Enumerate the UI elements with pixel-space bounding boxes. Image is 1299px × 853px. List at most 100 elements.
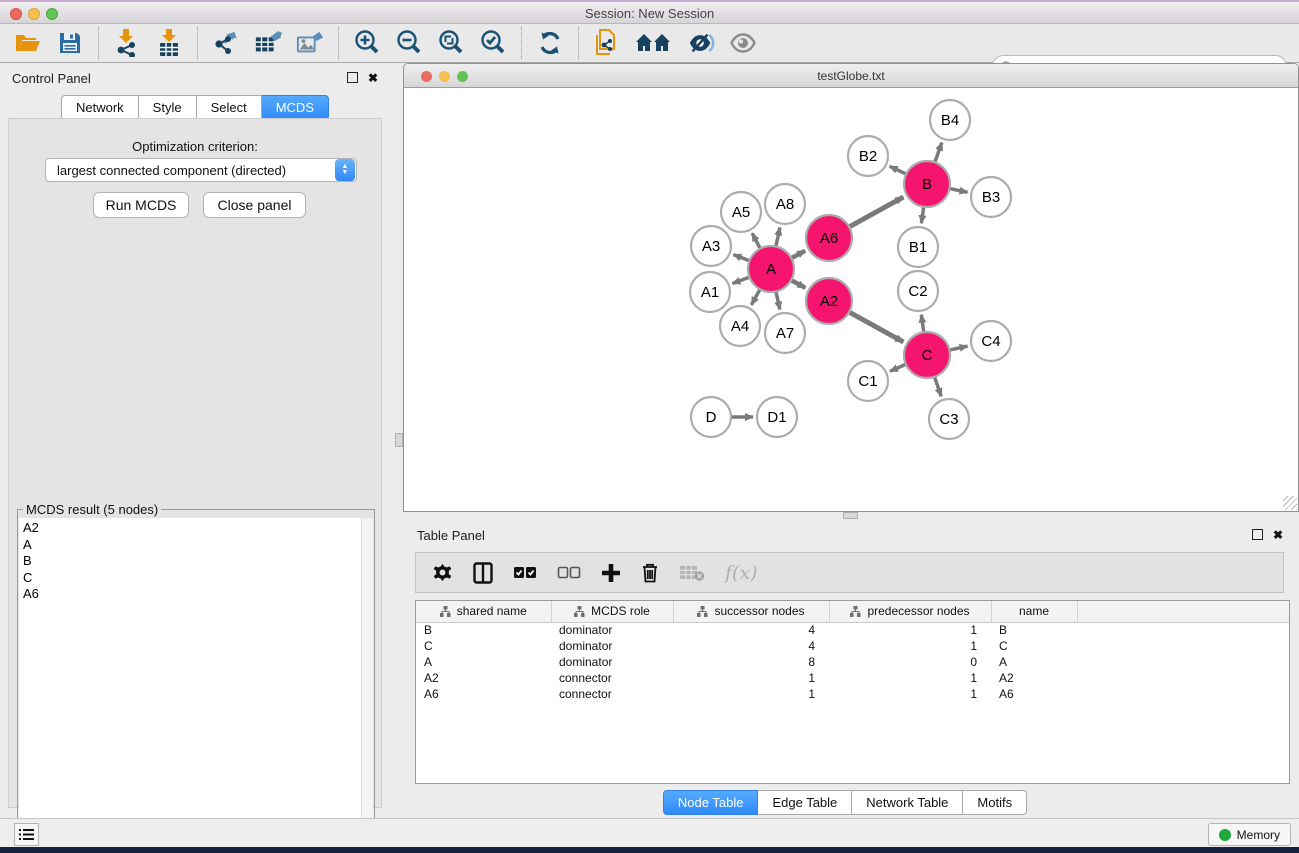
column-header[interactable]: successor nodes (673, 601, 829, 622)
result-item[interactable]: C (23, 570, 363, 587)
table-row[interactable]: Bdominator41B (416, 622, 1290, 638)
edge-A-A6[interactable] (791, 251, 805, 258)
node-B2[interactable]: B2 (848, 136, 888, 176)
node-A8[interactable]: A8 (765, 184, 805, 224)
close-panel-icon[interactable]: ✖ (368, 72, 378, 84)
node-C3[interactable]: C3 (929, 399, 969, 439)
network-canvas[interactable]: AA1A2A3A4A5A6A7A8BB1B2B3B4CC1C2C3C4DD1 (404, 88, 1298, 511)
select-all-icon[interactable] (513, 565, 537, 581)
column-header[interactable] (1077, 601, 1290, 622)
edge-A-A1[interactable] (732, 277, 749, 283)
export-image-icon[interactable] (296, 29, 324, 57)
table-row[interactable]: A2connector11A2 (416, 670, 1290, 686)
result-item[interactable]: B (23, 553, 363, 570)
edge-C-C2[interactable] (921, 315, 923, 332)
edge-B-B2[interactable] (890, 166, 907, 174)
tab-node-table[interactable]: Node Table (663, 790, 759, 815)
node-A6[interactable]: A6 (806, 215, 852, 261)
tab-network-table[interactable]: Network Table (852, 790, 963, 815)
column-header[interactable]: MCDS role (551, 601, 673, 622)
export-table-icon[interactable] (254, 29, 282, 57)
zoom-fit-icon[interactable] (437, 29, 465, 57)
edge-A6-B[interactable] (849, 197, 903, 227)
float-panel-icon[interactable] (347, 72, 358, 85)
node-A7[interactable]: A7 (765, 313, 805, 353)
columns-icon[interactable] (473, 562, 493, 584)
home-icon[interactable] (635, 29, 673, 57)
delete-table-icon[interactable] (679, 564, 705, 582)
show-all-icon[interactable] (729, 29, 757, 57)
zoom-out-icon[interactable] (395, 29, 423, 57)
node-A4[interactable]: A4 (720, 306, 760, 346)
close-panel-button[interactable]: Close panel (203, 192, 306, 218)
import-network-icon[interactable] (113, 29, 141, 57)
horizontal-divider-handle[interactable] (843, 512, 858, 519)
edge-C-C3[interactable] (934, 377, 941, 397)
mcds-result-list[interactable]: A2ABCA6 (19, 518, 363, 850)
node-A2[interactable]: A2 (806, 278, 852, 324)
node-A5[interactable]: A5 (721, 192, 761, 232)
tab-edge-table[interactable]: Edge Table (758, 790, 852, 815)
tab-mcds[interactable]: MCDS (262, 95, 329, 120)
hide-selected-icon[interactable] (687, 29, 715, 57)
node-B1[interactable]: B1 (898, 227, 938, 267)
tab-select[interactable]: Select (197, 95, 262, 120)
criterion-dropdown[interactable]: largest connected component (directed) ▲… (45, 158, 357, 182)
task-history-button[interactable] (14, 823, 39, 846)
memory-button[interactable]: Memory (1208, 823, 1291, 846)
refresh-icon[interactable] (536, 29, 564, 57)
tab-style[interactable]: Style (139, 95, 197, 120)
node-C2[interactable]: C2 (898, 271, 938, 311)
open-folder-icon[interactable] (14, 29, 42, 57)
save-icon[interactable] (56, 29, 84, 57)
gear-icon[interactable] (432, 562, 453, 583)
result-scrollbar[interactable] (361, 518, 373, 850)
node-A[interactable]: A (748, 246, 794, 292)
node-D1[interactable]: D1 (757, 397, 797, 437)
column-header[interactable]: name (991, 601, 1077, 622)
edge-C-C1[interactable] (890, 364, 906, 371)
result-item[interactable]: A (23, 537, 363, 554)
export-network-icon[interactable] (212, 29, 240, 57)
unselect-all-icon[interactable] (557, 565, 581, 581)
add-icon[interactable] (601, 563, 621, 583)
node-A1[interactable]: A1 (690, 272, 730, 312)
edge-C-C4[interactable] (949, 346, 967, 350)
edge-A-A4[interactable] (751, 289, 760, 305)
column-header[interactable]: shared name (416, 601, 551, 622)
close-table-panel-icon[interactable]: ✖ (1273, 529, 1283, 541)
node-B4[interactable]: B4 (930, 100, 970, 140)
node-table[interactable]: shared nameMCDS rolesuccessor nodesprede… (415, 600, 1290, 784)
result-item[interactable]: A6 (23, 586, 363, 603)
node-B3[interactable]: B3 (971, 177, 1011, 217)
node-A3[interactable]: A3 (691, 226, 731, 266)
edge-B-B3[interactable] (950, 189, 968, 193)
edge-B-B4[interactable] (935, 143, 942, 163)
table-row[interactable]: A6connector11A6 (416, 686, 1290, 702)
delete-icon[interactable] (641, 562, 659, 583)
table-row[interactable]: Cdominator41C (416, 638, 1290, 654)
edge-A-A2[interactable] (791, 280, 805, 288)
edge-A-A5[interactable] (752, 233, 760, 248)
node-C4[interactable]: C4 (971, 321, 1011, 361)
node-C[interactable]: C (904, 332, 950, 378)
edge-A-A7[interactable] (776, 291, 780, 309)
network-window-titlebar[interactable]: testGlobe.txt (404, 64, 1298, 88)
resize-grip[interactable] (1283, 496, 1297, 510)
node-C1[interactable]: C1 (848, 361, 888, 401)
function-builder-icon[interactable]: f(x) (725, 562, 758, 584)
panel-divider-handle[interactable] (395, 433, 403, 447)
edge-B-B1[interactable] (921, 207, 923, 223)
zoom-selected-icon[interactable] (479, 29, 507, 57)
column-header[interactable]: predecessor nodes (829, 601, 991, 622)
node-D[interactable]: D (691, 397, 731, 437)
result-item[interactable]: A2 (23, 520, 363, 537)
tab-network[interactable]: Network (61, 95, 139, 120)
tab-motifs[interactable]: Motifs (963, 790, 1027, 815)
edge-A2-C[interactable] (849, 312, 903, 342)
zoom-in-icon[interactable] (353, 29, 381, 57)
edge-A-A3[interactable] (733, 255, 749, 261)
table-row[interactable]: Adominator80A (416, 654, 1290, 670)
float-table-panel-icon[interactable] (1252, 529, 1263, 542)
clone-network-icon[interactable] (593, 29, 621, 57)
